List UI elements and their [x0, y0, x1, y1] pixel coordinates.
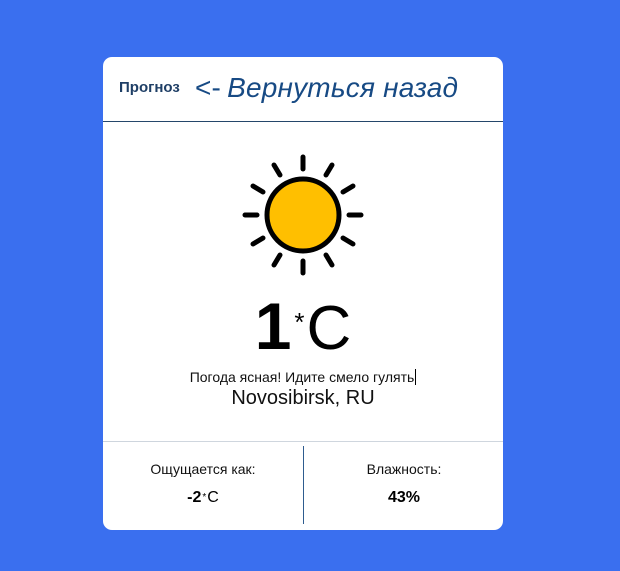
- humidity-value-row: 43%: [304, 489, 503, 507]
- back-link-label: Вернуться назад: [227, 72, 459, 103]
- feels-like-label: Ощущается как:: [150, 461, 256, 477]
- humidity-stat: Влажность: 43%: [304, 459, 503, 507]
- card-header: Прогноз <- Вернуться назад: [103, 57, 503, 122]
- feels-like-degree-symbol: *: [202, 492, 207, 503]
- stats-divider: [103, 441, 503, 442]
- temperature-value: 1: [254, 289, 292, 363]
- forecast-title: Прогноз: [119, 79, 180, 96]
- weather-card: Прогноз <- Вернуться назад 1 *C Погода я…: [103, 57, 503, 530]
- humidity-label: Влажность:: [366, 461, 442, 477]
- feels-like-unit: C: [207, 489, 219, 506]
- weather-description: Погода ясная! Идите смело гулять: [189, 369, 415, 385]
- sun-icon: [237, 149, 369, 281]
- feels-like-stat: Ощущается как: -2*C: [103, 459, 303, 507]
- weather-description-row: Погода ясная! Идите смело гулять: [103, 369, 503, 385]
- temperature-display: 1 *C: [103, 290, 503, 365]
- back-link[interactable]: <- Вернуться назад: [195, 72, 458, 104]
- location-label: Novosibirsk, RU: [231, 387, 375, 409]
- humidity-value: 43%: [387, 489, 421, 506]
- feels-like-value: -2: [187, 489, 202, 506]
- degree-symbol: *: [294, 307, 305, 337]
- back-arrow-icon: <-: [195, 72, 222, 103]
- text-caret: [415, 369, 417, 385]
- feels-like-value-row: -2*C: [103, 489, 303, 507]
- temperature-unit: C: [306, 294, 352, 363]
